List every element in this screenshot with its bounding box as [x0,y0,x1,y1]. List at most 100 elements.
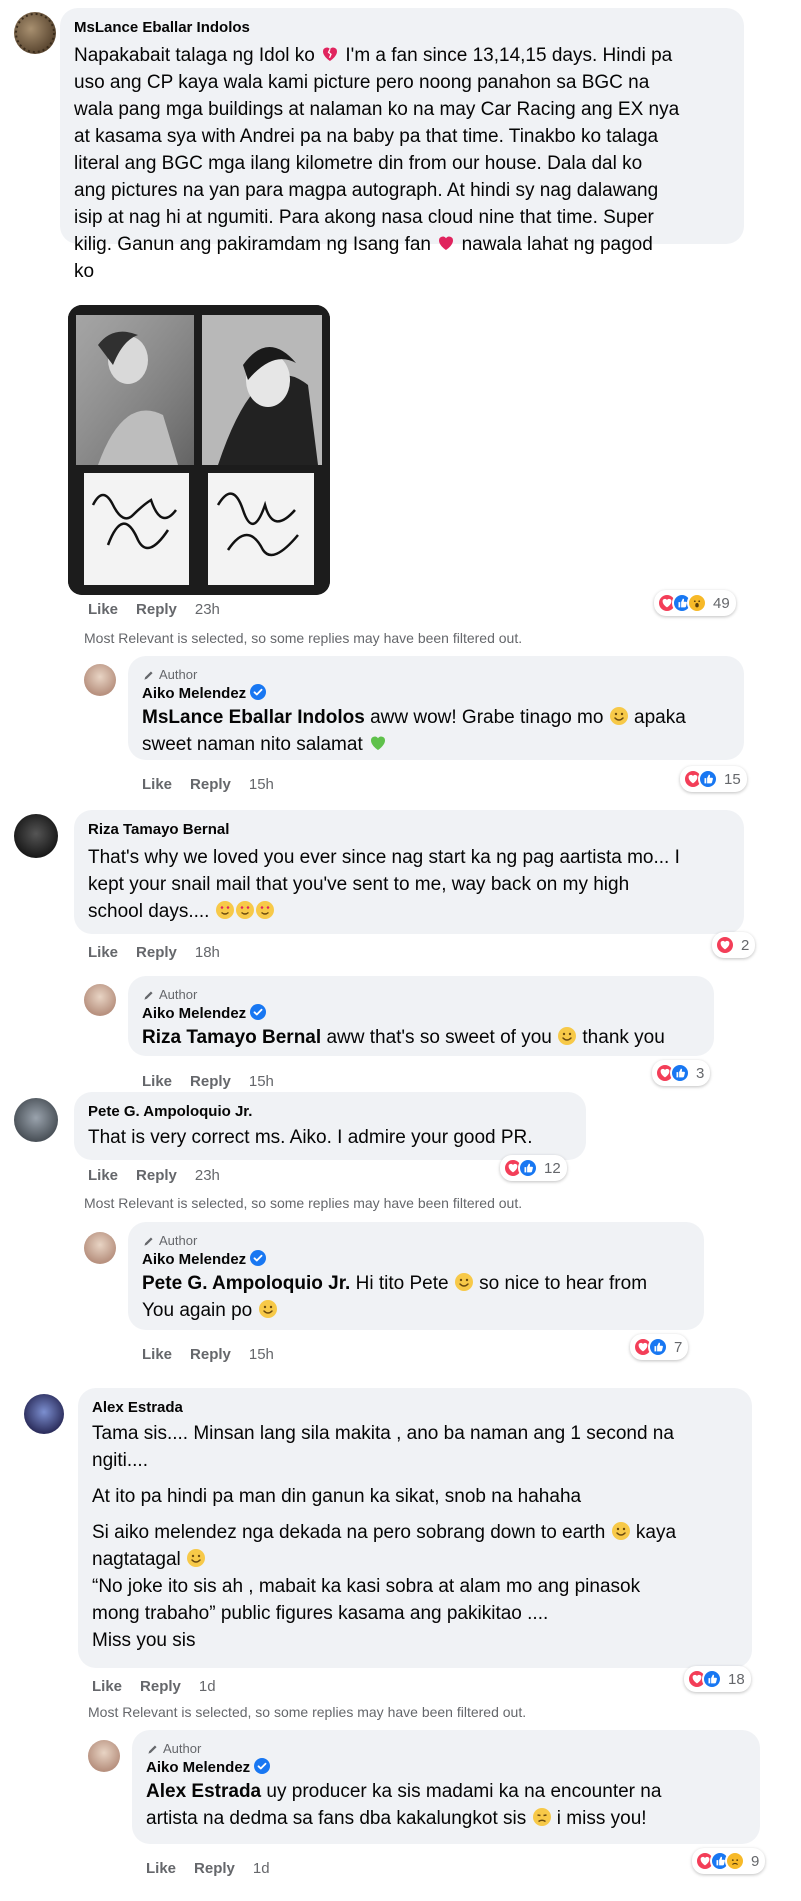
replier-name[interactable]: Aiko Melendez [146,1759,250,1776]
reply-actions: Like Reply 15h [142,776,274,793]
reply-button[interactable]: Reply [190,1073,231,1090]
reaction-count: 18 [728,1670,745,1688]
reaction-count: 2 [741,936,750,954]
timestamp[interactable]: 23h [195,1167,220,1184]
reaction-count: 7 [674,1338,683,1356]
filter-note: Most Relevant is selected, so some repli… [84,1195,523,1211]
avatar[interactable] [14,12,56,54]
smiling-face-with-hearts-icon [235,900,255,920]
like-button[interactable]: Like [88,1167,118,1184]
like-reaction-icon [518,1158,538,1178]
reply-actions: Like Reply 1d [146,1860,270,1877]
comment-actions: Like Reply 23h [88,601,220,618]
verified-icon [250,684,266,700]
avatar[interactable] [24,1394,64,1434]
like-button[interactable]: Like [142,1073,172,1090]
attached-photo[interactable] [68,305,330,595]
pencil-icon [146,1743,159,1756]
author-tag: Author [142,1232,690,1250]
smile-icon [186,1548,206,1568]
reaction-summary[interactable]: 9 [692,1848,766,1874]
like-button[interactable]: Like [142,776,172,793]
like-button[interactable]: Like [142,1346,172,1363]
like-reaction-icon [702,1669,722,1689]
sad-reaction-icon [725,1851,745,1871]
avatar[interactable] [84,664,116,696]
timestamp[interactable]: 23h [195,601,220,618]
mention[interactable]: MsLance Eballar Indolos [142,707,365,728]
comment-text: Napakabait talaga ng Idol ko I'm a fan s… [74,45,680,282]
timestamp[interactable]: 15h [249,1073,274,1090]
author-tag: Author [146,1740,746,1758]
reaction-count: 15 [724,770,741,788]
reply-button[interactable]: Reply [194,1860,235,1877]
comment-actions: Like Reply 18h [88,944,220,961]
smile-icon [454,1272,474,1292]
replier-name[interactable]: Aiko Melendez [142,1251,246,1268]
replier-name[interactable]: Aiko Melendez [142,1005,246,1022]
timestamp[interactable]: 1d [199,1678,216,1695]
like-button[interactable]: Like [88,944,118,961]
timestamp[interactable]: 15h [249,776,274,793]
smile-icon [609,706,629,726]
comment-bubble: Riza Tamayo Bernal That's why we loved y… [74,810,744,934]
reply-button[interactable]: Reply [136,1167,177,1184]
reply-text: MsLance Eballar Indolos aww wow! Grabe t… [142,706,686,755]
mention[interactable]: Riza Tamayo Bernal [142,1027,321,1048]
avatar[interactable] [84,984,116,1016]
avatar[interactable] [14,814,58,858]
reaction-summary[interactable]: 3 [652,1060,711,1086]
reply-button[interactable]: Reply [190,776,231,793]
avatar[interactable] [14,1098,58,1142]
love-reaction-icon [715,935,735,955]
author-tag: Author [142,986,700,1004]
reply-text: Pete G. Ampoloquio Jr. Hi tito Pete so n… [142,1272,648,1321]
reaction-summary[interactable]: 2 [712,932,756,958]
commenter-name[interactable]: Pete G. Ampoloquio Jr. [88,1102,572,1122]
mention[interactable]: Alex Estrada [146,1781,261,1802]
filter-note: Most Relevant is selected, so some repli… [84,630,523,646]
reaction-summary[interactable]: 12 [500,1155,567,1181]
comment-text: Tama sis.... Minsan lang sila makita , a… [92,1423,677,1651]
pencil-icon [142,669,155,682]
reply-button[interactable]: Reply [190,1346,231,1363]
commenter-name[interactable]: Alex Estrada [92,1398,738,1418]
reply-text: Riza Tamayo Bernal aww that's so sweet o… [142,1026,665,1048]
smile-icon [611,1521,631,1541]
timestamp[interactable]: 15h [249,1346,274,1363]
like-reaction-icon [698,769,718,789]
author-tag: Author [142,666,730,684]
smile-icon [557,1026,577,1046]
like-button[interactable]: Like [92,1678,122,1695]
reaction-summary[interactable]: 18 [684,1666,751,1692]
like-button[interactable]: Like [146,1860,176,1877]
reply-button[interactable]: Reply [136,601,177,618]
reply-bubble: Author Aiko Melendez Pete G. Ampoloquio … [128,1222,704,1330]
replier-name[interactable]: Aiko Melendez [142,685,246,702]
timestamp[interactable]: 1d [253,1860,270,1877]
reaction-count: 12 [544,1159,561,1177]
reaction-summary[interactable]: 15 [680,766,747,792]
like-reaction-icon [670,1063,690,1083]
avatar[interactable] [84,1232,116,1264]
like-button[interactable]: Like [88,601,118,618]
reply-button[interactable]: Reply [140,1678,181,1695]
reaction-summary[interactable]: 7 [630,1334,689,1360]
reaction-summary[interactable]: 49 [654,590,736,616]
sad-face-icon [532,1807,552,1827]
reply-bubble: Author Aiko Melendez Alex Estrada uy pro… [132,1730,760,1844]
smiling-face-with-hearts-icon [215,900,235,920]
mention[interactable]: Pete G. Ampoloquio Jr. [142,1273,350,1294]
commenter-name[interactable]: MsLance Eballar Indolos [74,18,730,38]
comment-text: That's why we loved you ever since nag s… [88,847,680,922]
avatar[interactable] [88,1740,120,1772]
green-heart-icon [368,733,388,753]
commenter-name[interactable]: Riza Tamayo Bernal [88,820,730,840]
reply-button[interactable]: Reply [136,944,177,961]
comment-bubble: Pete G. Ampoloquio Jr. That is very corr… [74,1092,586,1160]
comment-actions: Like Reply 1d [92,1678,216,1695]
timestamp[interactable]: 18h [195,944,220,961]
smile-icon [258,1299,278,1319]
reaction-count: 9 [751,1852,760,1870]
like-reaction-icon [648,1337,668,1357]
